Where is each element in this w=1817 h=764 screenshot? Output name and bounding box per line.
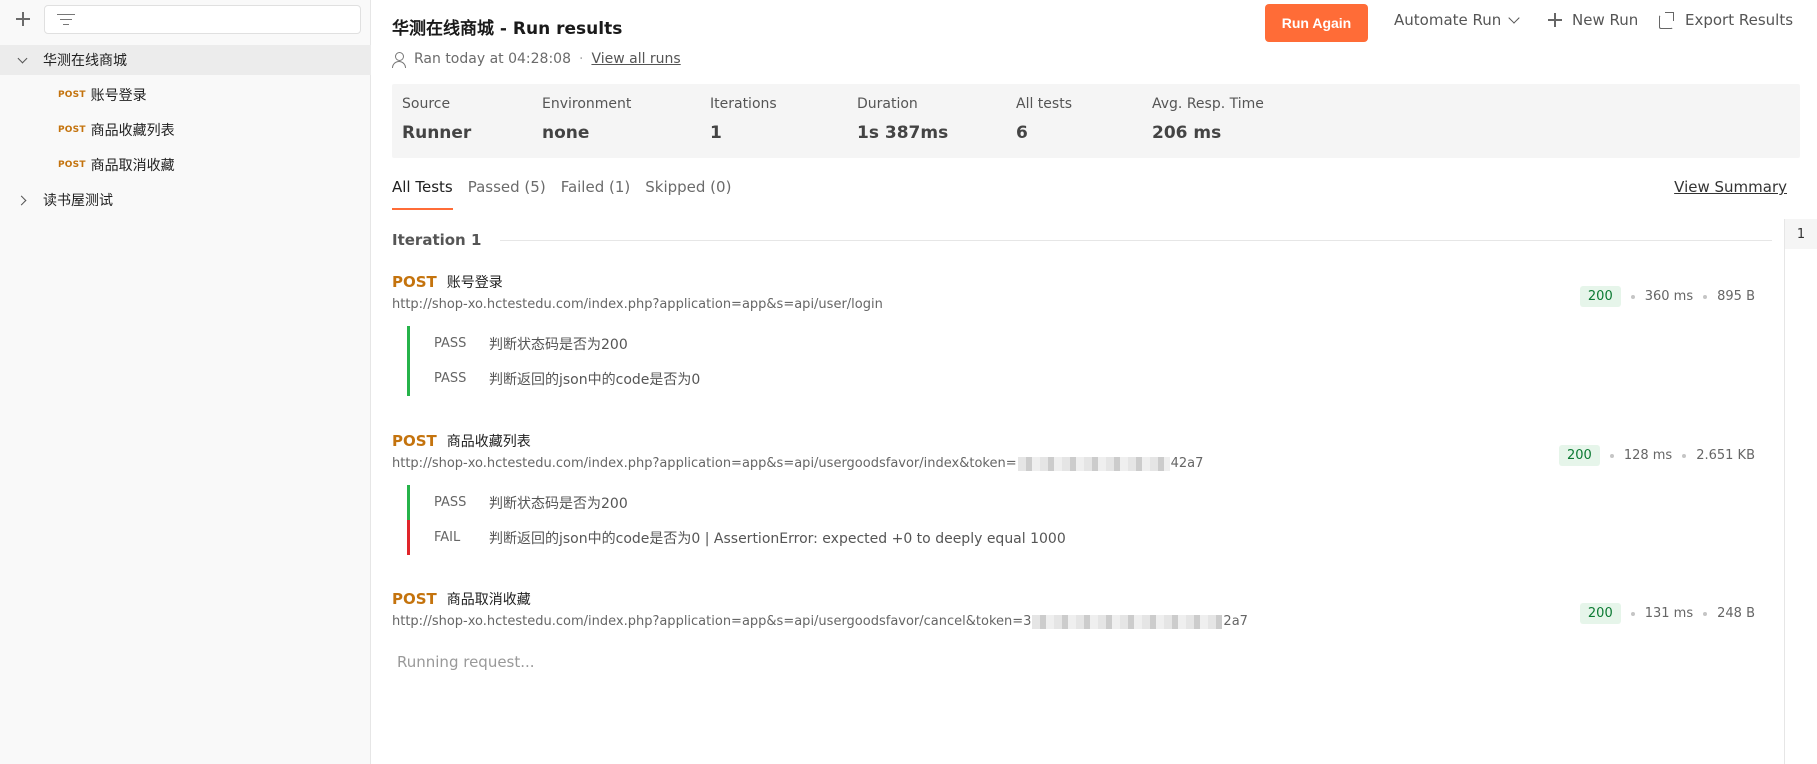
result-item: POST 账号登录 http://shop-xo.hctestedu.com/i…: [392, 272, 1772, 396]
running-status: Running request...: [397, 653, 535, 671]
status-badge: 200: [1558, 445, 1600, 466]
sidebar-request-login[interactable]: POST 账号登录: [0, 80, 371, 110]
response-meta: 200 128 ms 2.651 KB: [1558, 445, 1755, 466]
status-badge: 200: [1579, 603, 1621, 624]
result-header: POST 账号登录: [392, 272, 1772, 292]
response-time: 131 ms: [1644, 606, 1694, 621]
sidebar-request-favor-cancel[interactable]: POST 商品取消收藏: [0, 150, 371, 180]
request-url: http://shop-xo.hctestedu.com/index.php?a…: [392, 614, 1248, 629]
tab-failed[interactable]: Failed (1): [561, 178, 631, 210]
response-size: 2.651 KB: [1696, 448, 1755, 463]
person-icon: [392, 51, 406, 68]
results-tabs: All Tests Passed (5) Failed (1) Skipped …: [392, 178, 731, 210]
collection-item-dushuwu[interactable]: 读书屋测试: [0, 185, 371, 215]
new-run-button[interactable]: New Run: [1548, 11, 1638, 29]
test-result: PASS 判断返回的json中的code是否为0: [407, 361, 1772, 396]
view-all-runs-link[interactable]: View all runs: [591, 51, 680, 67]
response-size: 248 B: [1717, 606, 1755, 621]
iteration-navigator: 1: [1784, 219, 1817, 764]
request-name[interactable]: 商品取消收藏: [447, 589, 531, 609]
test-name: 判断状态码是否为200: [489, 495, 628, 512]
filter-icon: [57, 13, 75, 26]
tab-passed[interactable]: Passed (5): [468, 178, 546, 210]
page-title: 华测在线商城 - Run results: [392, 19, 623, 39]
chevron-down-icon: [15, 52, 31, 68]
response-time: 360 ms: [1644, 289, 1694, 304]
ran-time: Ran today at 04:28:08: [414, 51, 571, 67]
status-badge: 200: [1579, 286, 1621, 307]
tab-all-tests[interactable]: All Tests: [392, 178, 453, 210]
run-info: Ran today at 04:28:08 · View all runs: [392, 51, 681, 68]
test-name: 判断状态码是否为200: [489, 336, 628, 353]
result-item: POST 商品收藏列表 http://shop-xo.hctestedu.com…: [392, 431, 1772, 555]
request-url: http://shop-xo.hctestedu.com/index.php?a…: [392, 297, 883, 312]
collection-name: 读书屋测试: [43, 193, 113, 209]
test-status: PASS: [434, 336, 467, 351]
stat-avg-resp-time: Avg. Resp. Time 206 ms: [1152, 96, 1264, 143]
result-item: POST 商品取消收藏 http://shop-xo.hctestedu.com…: [392, 589, 1772, 629]
response-size: 895 B: [1717, 289, 1755, 304]
divider: [500, 240, 1772, 241]
collection-name: 华测在线商城: [43, 53, 127, 69]
new-run-label: New Run: [1572, 11, 1639, 29]
export-results-label: Export Results: [1685, 11, 1794, 29]
test-list: PASS 判断状态码是否为200 PASS 判断返回的json中的code是否为…: [407, 326, 1772, 396]
test-name: 判断返回的json中的code是否为0: [489, 371, 701, 388]
filter-input[interactable]: [44, 4, 361, 34]
redacted-token: [1017, 456, 1170, 471]
method-label: POST: [392, 590, 437, 608]
sidebar-toolbar: [0, 0, 370, 38]
request-name: 商品收藏列表: [90, 123, 175, 139]
automate-run-button[interactable]: Automate Run: [1394, 11, 1520, 29]
response-time: 128 ms: [1623, 448, 1673, 463]
separator-dot: ·: [578, 51, 584, 67]
export-icon: [1659, 12, 1675, 29]
run-again-button[interactable]: Run Again: [1265, 4, 1368, 42]
iteration-number-button[interactable]: 1: [1785, 219, 1817, 249]
export-results-button[interactable]: Export Results: [1659, 11, 1793, 29]
test-result: PASS 判断状态码是否为200: [407, 485, 1772, 520]
stat-source: Source Runner: [402, 96, 472, 143]
stat-iterations: Iterations 1: [710, 96, 777, 143]
request-name[interactable]: 商品收藏列表: [447, 431, 531, 451]
tab-skipped[interactable]: Skipped (0): [645, 178, 731, 210]
request-name: 账号登录: [90, 88, 147, 104]
stat-environment: Environment none: [542, 96, 632, 143]
stat-duration: Duration 1s 387ms: [857, 96, 949, 143]
automate-run-label: Automate Run: [1394, 11, 1502, 29]
sidebar-request-favor-list[interactable]: POST 商品收藏列表: [0, 115, 371, 145]
request-name[interactable]: 账号登录: [447, 272, 503, 292]
run-results-panel: 华测在线商城 - Run results Ran today at 04:28:…: [372, 0, 1817, 764]
result-header: POST 商品取消收藏: [392, 589, 1772, 609]
test-list: PASS 判断状态码是否为200 FAIL 判断返回的json中的code是否为…: [407, 485, 1772, 555]
request-name: 商品取消收藏: [90, 158, 175, 174]
method-label: POST: [58, 90, 86, 100]
add-icon[interactable]: [12, 8, 34, 30]
run-summary-bar: Source Runner Environment none Iteration…: [392, 84, 1800, 158]
chevron-right-icon: [15, 192, 31, 208]
redacted-token: [1032, 614, 1223, 629]
chevron-down-icon: [1508, 12, 1520, 24]
response-meta: 200 131 ms 248 B: [1579, 603, 1755, 624]
method-label: POST: [392, 432, 437, 450]
test-status: PASS: [434, 495, 467, 510]
plus-icon: [1548, 13, 1562, 27]
iteration-label: Iteration 1: [392, 231, 482, 249]
method-label: POST: [58, 160, 86, 170]
test-status: FAIL: [434, 530, 461, 545]
response-meta: 200 360 ms 895 B: [1579, 286, 1755, 307]
test-status: PASS: [434, 371, 467, 386]
test-result: PASS 判断状态码是否为200: [407, 326, 1772, 361]
test-result-failed: FAIL 判断返回的json中的code是否为0 | AssertionErro…: [407, 520, 1772, 555]
method-label: POST: [392, 273, 437, 291]
method-label: POST: [58, 125, 86, 135]
collection-item-hcshop[interactable]: 华测在线商城: [0, 45, 371, 75]
sidebar: 华测在线商城 POST 账号登录 POST 商品收藏列表 POST 商品取消收藏…: [0, 0, 371, 764]
view-summary-link[interactable]: View Summary: [1674, 178, 1787, 196]
stat-all-tests: All tests 6: [1016, 96, 1072, 143]
test-name: 判断返回的json中的code是否为0 | AssertionError: ex…: [489, 530, 1066, 547]
